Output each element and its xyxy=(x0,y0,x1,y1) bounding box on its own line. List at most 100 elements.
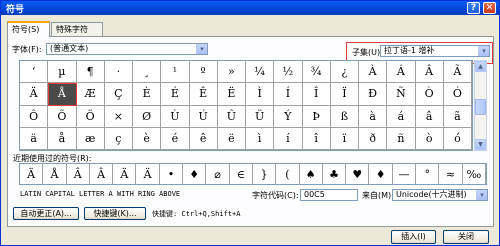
recent-symbol-cell[interactable]: ♣ xyxy=(323,164,347,184)
recent-symbol-cell[interactable]: ≈ xyxy=(439,164,463,184)
symbol-cell[interactable]: Ø xyxy=(133,105,162,128)
char-code-input[interactable]: 00C5 xyxy=(300,189,358,201)
from-select[interactable]: Unicode(十六进制) ▾ xyxy=(392,189,488,201)
symbol-cell[interactable]: ‘ xyxy=(20,61,49,84)
symbol-cell[interactable]: · xyxy=(104,61,133,84)
help-button[interactable]: ? xyxy=(467,2,480,14)
symbol-cell[interactable]: Æ xyxy=(76,83,105,106)
recent-symbol-cell[interactable]: ♦ xyxy=(183,164,207,184)
symbol-cell[interactable]: ¸ xyxy=(133,61,162,84)
recent-symbol-cell[interactable]: • xyxy=(160,164,184,184)
symbol-cell[interactable]: ä xyxy=(20,127,49,150)
symbol-cell[interactable]: é xyxy=(161,127,190,150)
symbol-cell[interactable]: ë xyxy=(217,127,246,150)
symbol-cell[interactable]: è xyxy=(133,127,162,150)
recent-symbol-cell[interactable]: Â xyxy=(67,164,90,184)
symbol-cell[interactable]: Ä xyxy=(20,83,49,106)
symbol-cell[interactable]: Ö xyxy=(76,105,105,128)
symbol-cell[interactable]: Ì xyxy=(246,83,275,106)
symbol-cell[interactable]: å xyxy=(48,127,77,150)
symbol-cell[interactable]: æ xyxy=(76,127,105,150)
symbol-cell[interactable]: Í xyxy=(274,83,303,106)
symbol-cell[interactable]: ß xyxy=(330,105,359,128)
symbol-cell[interactable]: Õ xyxy=(48,105,77,128)
symbol-cell[interactable]: Ñ xyxy=(387,83,416,106)
symbol-cell[interactable]: Ò xyxy=(415,83,444,106)
font-select[interactable]: (普通文本) ▾ xyxy=(46,43,208,55)
symbol-cell[interactable]: × xyxy=(104,105,133,128)
subset-select[interactable]: 拉丁语-1 增补 ▾ xyxy=(380,45,490,57)
symbol-cell[interactable]: ò xyxy=(415,127,444,150)
symbol-cell[interactable]: Ë xyxy=(217,83,246,106)
symbol-cell[interactable]: ¹ xyxy=(161,61,190,84)
symbol-cell[interactable]: Þ xyxy=(302,105,331,128)
symbol-cell[interactable]: Ü xyxy=(246,105,275,128)
symbol-cell[interactable]: ½ xyxy=(274,61,303,84)
symbol-cell[interactable]: í xyxy=(274,127,303,150)
recent-symbol-cell[interactable]: — xyxy=(393,164,417,184)
insert-button[interactable]: 插入(I) xyxy=(391,230,436,244)
symbol-cell[interactable]: ï xyxy=(330,127,359,150)
symbol-cell[interactable]: î xyxy=(302,127,331,150)
close-button[interactable]: 关闭 xyxy=(443,230,489,244)
symbol-cell[interactable]: ã xyxy=(443,105,472,128)
symbol-cell[interactable]: Ú xyxy=(189,105,218,128)
recent-symbol-cell[interactable]: Ä xyxy=(113,164,137,184)
symbol-cell[interactable]: ì xyxy=(246,127,275,150)
recent-symbol-cell[interactable]: ♠ xyxy=(300,164,323,184)
recent-symbol-cell[interactable]: ♦ xyxy=(369,164,393,184)
symbol-cell[interactable]: ¶ xyxy=(76,61,105,84)
symbol-cell[interactable]: Ê xyxy=(189,83,218,106)
recent-symbol-cell[interactable]: Å xyxy=(43,164,67,184)
symbol-cell-selected[interactable]: Å xyxy=(48,83,77,106)
recent-symbol-cell[interactable]: ♥ xyxy=(346,164,370,184)
symbol-cell[interactable]: ñ xyxy=(387,127,416,150)
symbol-cell[interactable]: ç xyxy=(104,127,133,150)
symbol-cell[interactable]: Î xyxy=(302,83,331,106)
symbol-cell[interactable]: Ã xyxy=(443,61,472,84)
recent-symbol-cell[interactable]: ‰ xyxy=(463,164,486,184)
close-window-button[interactable]: ✕ xyxy=(483,2,496,14)
symbol-cell[interactable]: à xyxy=(359,105,388,128)
symbol-cell[interactable]: ¾ xyxy=(302,61,331,84)
recent-symbol-cell[interactable]: ° xyxy=(416,164,440,184)
symbol-cell[interactable]: » xyxy=(217,61,246,84)
recent-symbol-cell[interactable]: Ä xyxy=(136,164,160,184)
recent-symbol-cell[interactable]: Ä xyxy=(20,164,44,184)
symbol-cell[interactable]: È xyxy=(133,83,162,106)
symbol-cell[interactable]: Û xyxy=(217,105,246,128)
symbol-cell[interactable]: Ý xyxy=(274,105,303,128)
symbol-grid-scrollbar[interactable]: ▲ ▼ xyxy=(474,60,487,151)
scroll-down-button[interactable]: ▼ xyxy=(475,139,486,150)
symbol-cell[interactable]: ê xyxy=(189,127,218,150)
shortcut-key-button[interactable]: 快捷键(K)... xyxy=(84,207,146,220)
recent-symbol-cell[interactable]: ( xyxy=(276,164,300,184)
symbol-cell[interactable]: Ô xyxy=(20,105,49,128)
symbol-cell[interactable]: Ð xyxy=(359,83,388,106)
recent-symbol-cell[interactable]: } xyxy=(253,164,277,184)
symbol-cell[interactable]: Ó xyxy=(443,83,472,106)
symbol-cell[interactable]: Â xyxy=(415,61,444,84)
symbol-cell[interactable]: Ù xyxy=(161,105,190,128)
symbol-cell[interactable]: â xyxy=(415,105,444,128)
symbol-cell[interactable]: À xyxy=(359,61,388,84)
symbol-cell[interactable]: º xyxy=(189,61,218,84)
recent-symbol-cell[interactable]: ⌀ xyxy=(206,164,230,184)
symbol-cell[interactable]: á xyxy=(387,105,416,128)
recent-symbol-cell[interactable]: ∈ xyxy=(230,164,253,184)
symbol-cell[interactable]: Ï xyxy=(330,83,359,106)
symbol-cell[interactable]: Á xyxy=(387,61,416,84)
autocorrect-button[interactable]: 自动更正(A)... xyxy=(13,207,79,220)
symbol-cell[interactable]: µ xyxy=(48,61,77,84)
symbol-cell[interactable]: ð xyxy=(359,127,388,150)
symbol-cell[interactable]: ó xyxy=(443,127,472,150)
tab-special-characters[interactable]: 特殊字符(P) xyxy=(51,22,103,47)
symbol-cell[interactable]: Ç xyxy=(104,83,133,106)
scroll-up-button[interactable]: ▲ xyxy=(475,61,486,72)
symbol-cell[interactable]: É xyxy=(161,83,190,106)
symbol-cell[interactable]: ¿ xyxy=(330,61,359,84)
tab-symbols[interactable]: 符号(S) xyxy=(7,21,50,37)
recent-symbol-cell[interactable]: Â xyxy=(90,164,114,184)
scroll-thumb[interactable] xyxy=(475,99,486,115)
symbol-cell[interactable]: ¼ xyxy=(246,61,275,84)
